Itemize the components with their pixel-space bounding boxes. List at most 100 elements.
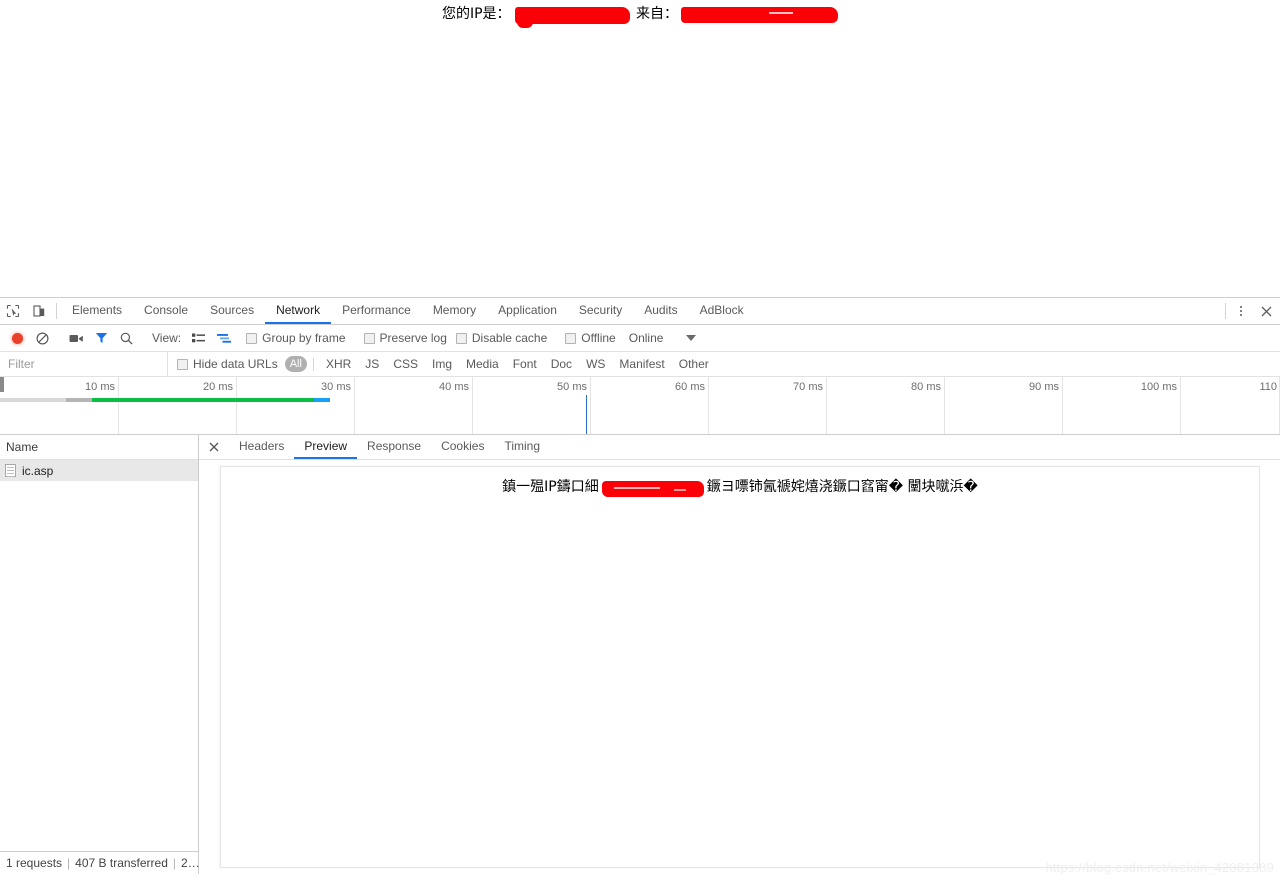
detail-tab-timing[interactable]: Timing: [494, 435, 550, 459]
type-filter-doc[interactable]: Doc: [545, 356, 578, 372]
type-filter-all[interactable]: All: [284, 356, 307, 372]
tab-adblock[interactable]: AdBlock: [689, 298, 755, 324]
tab-elements[interactable]: Elements: [61, 298, 133, 324]
tab-performance[interactable]: Performance: [331, 298, 422, 324]
transferred-size: 407 B transferred: [75, 856, 168, 870]
chevron-down-icon[interactable]: [686, 335, 697, 341]
toolbar-divider-right: [1225, 303, 1226, 319]
close-icon[interactable]: [1252, 298, 1280, 324]
resources-size: 2…: [181, 856, 200, 870]
table-row[interactable]: ic.asp: [0, 460, 198, 481]
tab-console[interactable]: Console: [133, 298, 199, 324]
clear-button[interactable]: [30, 326, 55, 351]
throttling-value[interactable]: Online: [629, 331, 664, 345]
record-icon: [12, 332, 23, 344]
redacted-preview-value: [601, 481, 704, 497]
detail-tab-label: Response: [367, 439, 422, 453]
tab-application[interactable]: Application: [487, 298, 568, 324]
toolbar-divider: [56, 303, 57, 319]
detail-tab-cookies[interactable]: Cookies: [431, 435, 494, 459]
type-filter-js[interactable]: JS: [359, 356, 385, 372]
inspect-element-icon[interactable]: [0, 298, 26, 324]
overview-gridline: [118, 377, 119, 434]
document-icon: [5, 464, 16, 477]
overview-tick-label: 30 ms: [321, 381, 351, 393]
tab-memory[interactable]: Memory: [422, 298, 487, 324]
overview-gridline: [1062, 377, 1063, 434]
overview-tick-label: 80 ms: [911, 381, 941, 393]
type-filter-css[interactable]: CSS: [387, 356, 424, 372]
bar-segment-stalled: [66, 398, 92, 402]
network-overview-timeline[interactable]: 10 ms 20 ms 30 ms 40 ms 50 ms 60 ms 70 m…: [0, 377, 1280, 435]
capture-screenshots-icon[interactable]: [64, 326, 89, 351]
overview-tick-label: 20 ms: [203, 381, 233, 393]
close-details-icon[interactable]: [199, 435, 229, 459]
status-divider: |: [172, 856, 177, 870]
preview-text-after: 鐝ヨ嘌铈氥禠姹熺浇鐝口窞甯� 闉块噈浜�: [706, 479, 978, 495]
tab-label: Security: [578, 303, 623, 317]
tab-label: Memory: [432, 303, 477, 317]
overview-gridline: [944, 377, 945, 434]
waterfall-view-icon[interactable]: [211, 326, 236, 351]
record-button[interactable]: [5, 326, 30, 351]
request-list-panel: Name ic.asp: [0, 435, 199, 874]
column-header-name[interactable]: Name: [0, 435, 198, 460]
overview-tick-label: 100 ms: [1140, 381, 1177, 393]
detail-tab-preview[interactable]: Preview: [294, 435, 358, 459]
offline-label: Offline: [581, 331, 616, 345]
dom-content-loaded-marker: [586, 395, 587, 434]
status-divider: |: [67, 856, 71, 870]
disable-cache-checkbox[interactable]: Disable cache: [455, 331, 548, 345]
type-filter-other[interactable]: Other: [673, 356, 715, 372]
tab-label: Elements: [72, 303, 123, 317]
overview-gridline: [826, 377, 827, 434]
type-filter-ws[interactable]: WS: [580, 356, 611, 372]
overview-gridline: [354, 377, 355, 434]
redacted-ip-value: [514, 6, 630, 28]
overview-tick-label: 60 ms: [675, 381, 705, 393]
more-options-icon[interactable]: [1230, 298, 1252, 324]
group-by-frame-label: Group by frame: [262, 331, 346, 345]
type-filter-media[interactable]: Media: [460, 356, 505, 372]
filter-input[interactable]: [0, 351, 168, 377]
detail-tab-response[interactable]: Response: [357, 435, 431, 459]
preview-text-before: 鎮一殟IP鑄口細: [502, 479, 599, 495]
from-label: 来自：: [636, 6, 679, 22]
list-view-icon[interactable]: [186, 326, 211, 351]
tab-audits[interactable]: Audits: [633, 298, 688, 324]
tab-sources[interactable]: Sources: [199, 298, 265, 324]
detail-tab-label: Preview: [304, 439, 348, 453]
device-toolbar-icon[interactable]: [26, 298, 52, 324]
preview-pane: 鎮一殟IP鑄口細 鐝ヨ嘌铈氥禠姹熺浇鐝口窞甯� 闉块噈浜�: [199, 460, 1280, 874]
network-toolbar: View: Group by frame Preserve log Disabl…: [0, 325, 1280, 352]
preview-garbled-text: 鎮一殟IP鑄口細 鐝ヨ嘌铈氥禠姹熺浇鐝口窞甯� 闉块噈浜�: [221, 476, 1259, 497]
checkbox-box: [455, 332, 467, 344]
overview-gridline: [708, 377, 709, 434]
detail-tab-label: Cookies: [441, 439, 485, 453]
preserve-log-checkbox[interactable]: Preserve log: [363, 331, 447, 345]
tab-network[interactable]: Network: [265, 298, 332, 324]
devtools-tabstrip: Elements Console Sources Network Perform…: [0, 298, 1280, 325]
type-filter-xhr[interactable]: XHR: [320, 356, 357, 372]
hide-data-urls-checkbox[interactable]: Hide data URLs: [177, 357, 278, 371]
disable-cache-label: Disable cache: [471, 331, 548, 345]
overview-gridline: [1180, 377, 1181, 434]
preview-iframe: 鎮一殟IP鑄口細 鐝ヨ嘌铈氥禠姹熺浇鐝口窞甯� 闉块噈浜�: [220, 466, 1260, 868]
preserve-log-label: Preserve log: [379, 331, 447, 345]
type-filter-img[interactable]: Img: [426, 356, 458, 372]
search-icon[interactable]: [114, 326, 139, 351]
offline-checkbox[interactable]: Offline: [565, 331, 616, 345]
filter-icon[interactable]: [89, 326, 114, 351]
network-filter-bar: Hide data URLs All XHR JS CSS Img Media …: [0, 351, 1280, 377]
tab-security[interactable]: Security: [568, 298, 633, 324]
overview-left-handle[interactable]: [0, 377, 4, 392]
overview-gridline: [590, 377, 591, 434]
overview-tick-label: 110: [1259, 381, 1277, 393]
overview-request-bar: [0, 398, 330, 402]
tab-label: Audits: [644, 303, 678, 317]
group-by-frame-checkbox[interactable]: Group by frame: [246, 331, 346, 345]
overview-gridline: [236, 377, 237, 434]
type-filter-font[interactable]: Font: [507, 356, 543, 372]
type-filter-manifest[interactable]: Manifest: [613, 356, 670, 372]
detail-tab-headers[interactable]: Headers: [229, 435, 294, 459]
